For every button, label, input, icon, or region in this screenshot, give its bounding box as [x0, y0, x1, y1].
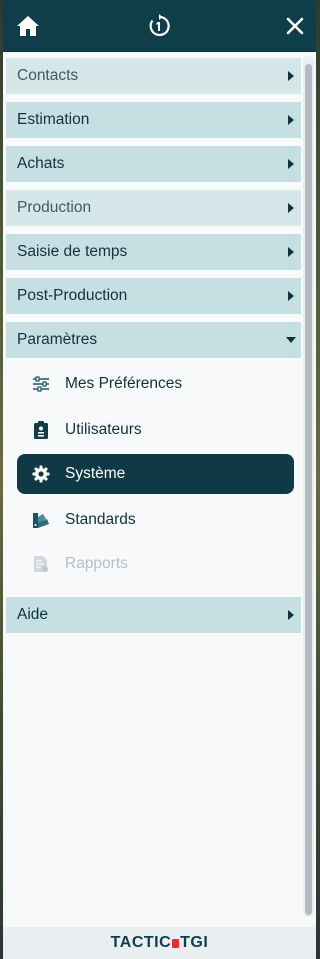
top-bar	[3, 0, 316, 52]
caret-right-icon	[281, 159, 301, 169]
menu-item-contacts[interactable]: Contacts	[6, 58, 301, 94]
submenu-item-label: Rapports	[65, 555, 128, 572]
menu-item-production[interactable]: Production	[6, 190, 301, 226]
caret-right-icon	[281, 203, 301, 213]
menu-item-label: Post-Production	[17, 287, 128, 304]
report-icon	[17, 555, 65, 573]
scrollbar-thumb[interactable]	[305, 64, 312, 915]
submenu-item-label: Standards	[65, 511, 136, 528]
caret-right-icon	[281, 610, 301, 620]
submenu-item-label: Mes Préférences	[65, 375, 183, 392]
submenu-item-label: Système	[65, 465, 126, 482]
caret-down-icon	[281, 337, 301, 343]
close-button[interactable]	[273, 0, 316, 51]
submenu-item-rapports: Rapports	[17, 544, 294, 584]
tactic-tgi-logo: TACTIC TGI	[111, 934, 209, 952]
logo-text-right: TGI	[180, 934, 209, 951]
close-icon	[286, 17, 304, 35]
menu-item-saisie-de-temps[interactable]: Saisie de temps	[6, 234, 301, 270]
menu-item-label: Estimation	[17, 111, 90, 128]
history-button[interactable]	[134, 0, 184, 51]
submenu-item-label: Utilisateurs	[65, 421, 142, 438]
caret-right-icon	[281, 247, 301, 257]
swatch-icon	[17, 511, 65, 529]
home-icon	[16, 15, 40, 37]
menu-item-label: Paramètres	[17, 331, 98, 348]
menu-item-label: Saisie de temps	[17, 243, 128, 260]
menu-item-label: Aide	[17, 606, 49, 623]
logo-text-left: TACTIC	[110, 934, 172, 951]
caret-right-icon	[281, 71, 301, 81]
menu-item-estimation[interactable]: Estimation	[6, 102, 301, 138]
caret-right-icon	[281, 115, 301, 125]
submenu-item-systeme[interactable]: Système	[17, 454, 294, 494]
submenu-item-mes-preferences[interactable]: Mes Préférences	[17, 364, 294, 404]
history-icon	[147, 13, 171, 38]
caret-right-icon	[281, 291, 301, 301]
navigation-panel: Contacts Estimation Achats Production Sa…	[3, 0, 316, 959]
menu-item-label: Contacts	[17, 67, 79, 84]
home-button[interactable]	[3, 0, 53, 51]
footer: TACTIC TGI	[3, 927, 316, 959]
menu-item-label: Production	[17, 199, 92, 216]
logo-separator	[172, 938, 180, 948]
sliders-icon	[17, 376, 65, 392]
menu-item-achats[interactable]: Achats	[6, 146, 301, 182]
menu-item-aide[interactable]: Aide	[6, 597, 301, 633]
gear-icon	[17, 465, 65, 483]
menu-item-label: Achats	[17, 155, 65, 172]
menu-item-post-production[interactable]: Post-Production	[6, 278, 301, 314]
submenu-item-standards[interactable]: Standards	[17, 500, 294, 540]
user-badge-icon	[17, 421, 65, 439]
menu-item-parametres[interactable]: Paramètres	[6, 322, 301, 358]
submenu-item-utilisateurs[interactable]: Utilisateurs	[17, 410, 294, 450]
